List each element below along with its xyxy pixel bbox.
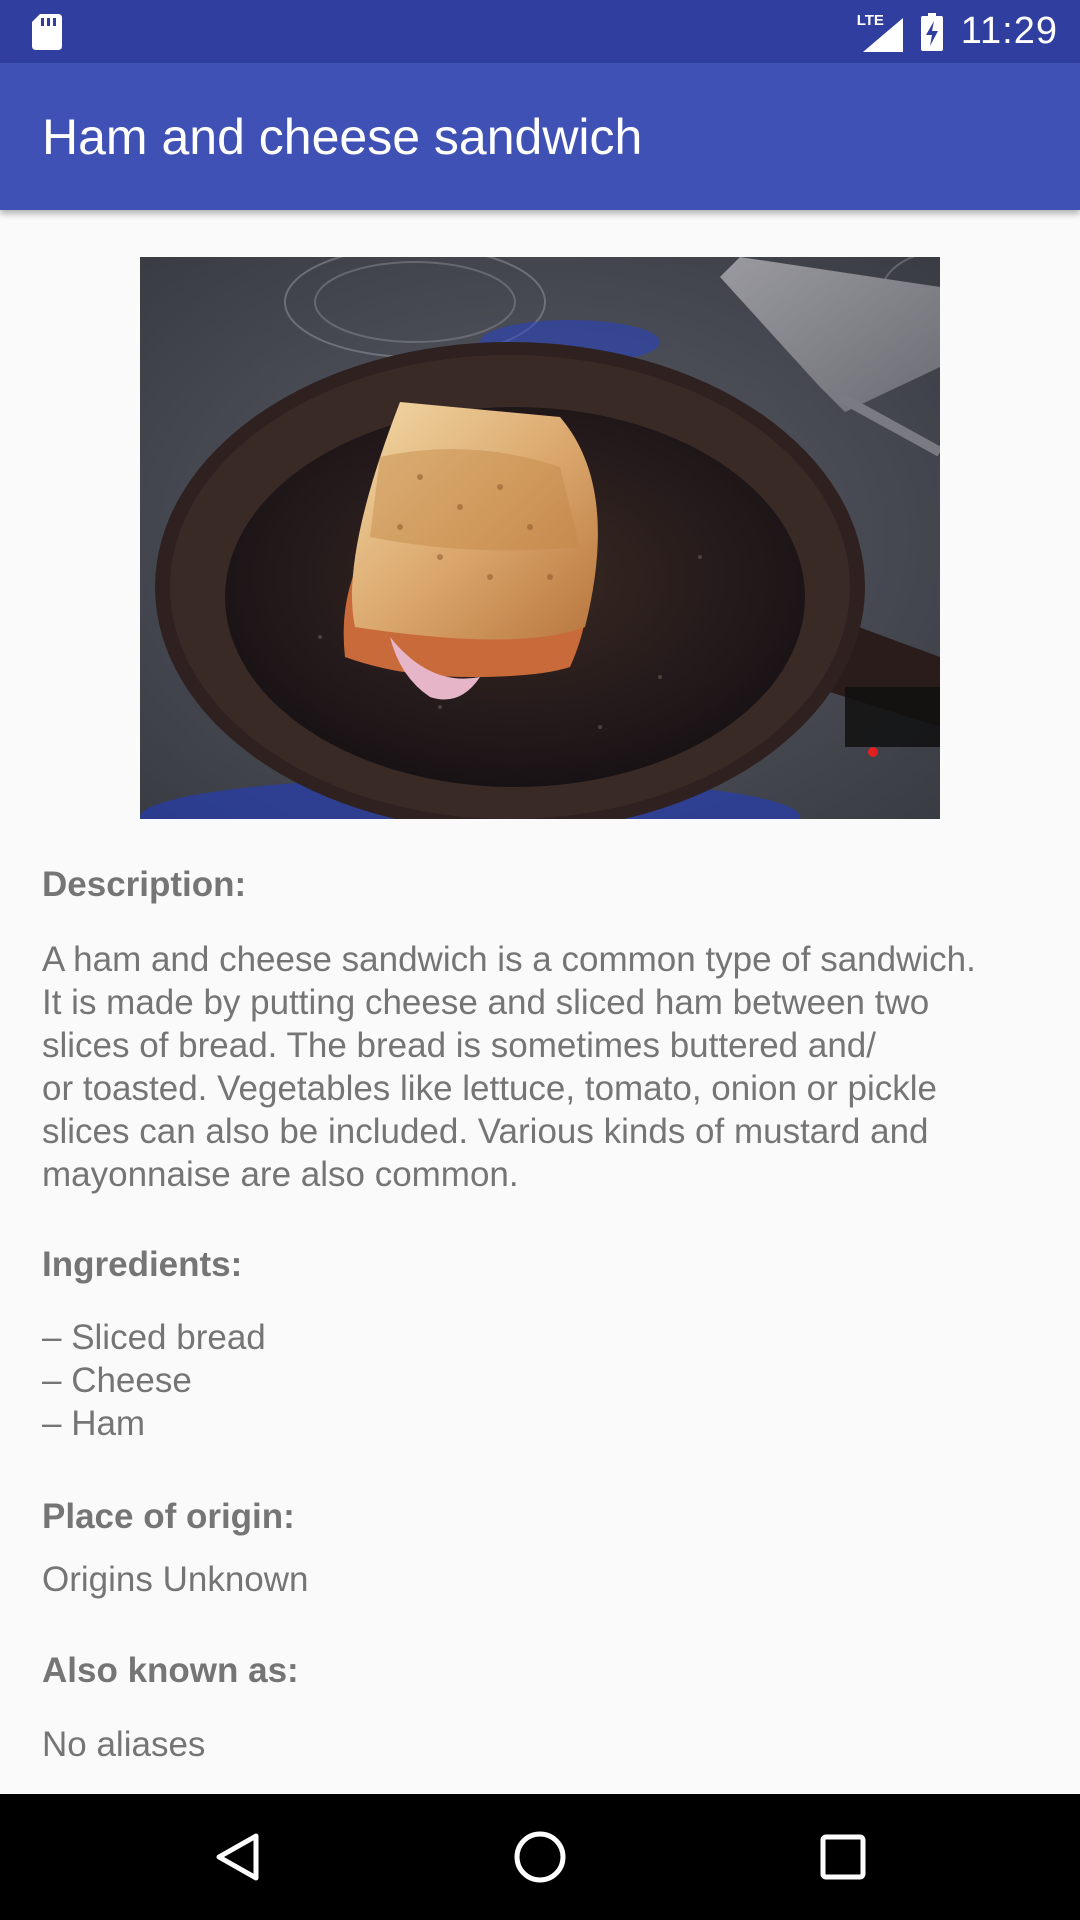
battery-charging-icon [920,12,943,51]
app-bar: Ham and cheese sandwich [0,63,1080,210]
navigation-bar [0,1794,1080,1920]
recents-square-icon [820,1834,866,1880]
description-line: or toasted. Vegetables like lettuce, tom… [42,1069,937,1108]
lte-signal-icon: LTE [857,12,903,52]
ingredients-list: – Sliced bread – Cheese – Ham [42,1316,1042,1445]
list-item: – Ham [42,1404,146,1443]
sd-card-icon [32,14,62,50]
aliases-section: Also known as: [42,1650,1042,1692]
list-item: – Sliced bread [42,1318,266,1357]
list-item: – Cheese [42,1361,192,1400]
description-line: It is made by putting cheese and sliced … [42,983,930,1022]
origin-value: Origins Unknown [42,1560,309,1599]
status-time: 11:29 [960,10,1058,52]
home-circle-icon [514,1831,566,1883]
sandwich-photo [140,257,940,819]
home-button[interactable] [500,1817,580,1897]
aliases-label: Also known as: [42,1651,299,1690]
description-line: A ham and cheese sandwich is a common ty… [42,940,976,979]
detail-content[interactable]: Description: A ham and cheese sandwich i… [0,210,1080,1794]
origin-section: Place of origin: [42,1496,1042,1538]
description-line: slices can also be included. Various kin… [42,1112,929,1151]
description-line: mayonnaise are also common. [42,1155,519,1194]
description-text: A ham and cheese sandwich is a common ty… [42,938,1042,1196]
origin-label: Place of origin: [42,1497,295,1536]
description-label: Description: [42,865,247,904]
ingredients-section: Ingredients: [42,1244,1042,1286]
page-title: Ham and cheese sandwich [42,109,643,165]
description-line: slices of bread. The bread is sometimes … [42,1026,876,1065]
aliases-value: No aliases [42,1725,206,1764]
description-section: Description: [42,864,1042,906]
recents-button[interactable] [803,1817,883,1897]
back-button[interactable] [197,1817,277,1897]
ingredients-label: Ingredients: [42,1245,243,1284]
back-triangle-icon [216,1833,259,1881]
status-bar: LTE 11:29 [0,0,1080,63]
